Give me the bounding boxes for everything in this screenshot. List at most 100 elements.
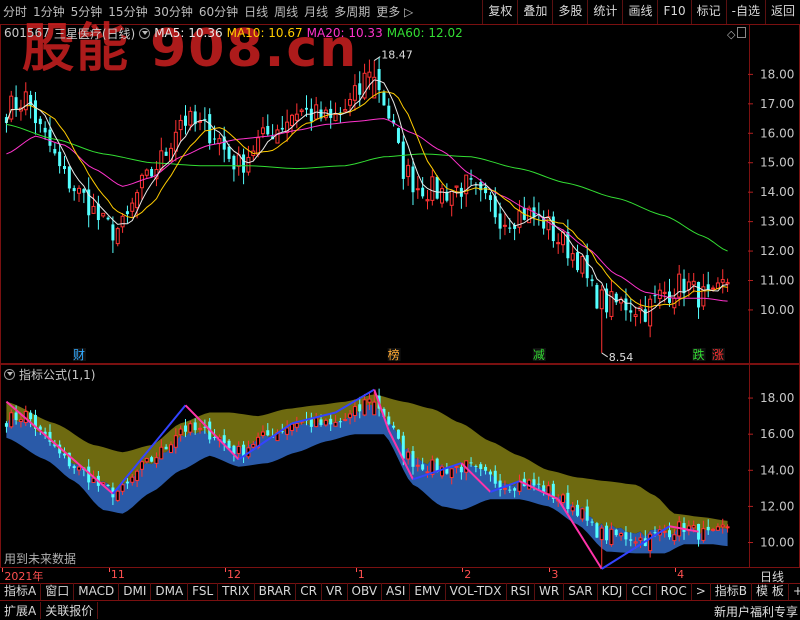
price-candle xyxy=(387,105,391,119)
indicator-tab-9[interactable]: VR xyxy=(322,583,348,600)
price-candle xyxy=(498,213,502,229)
indicator-tab-7[interactable]: BRAR xyxy=(255,583,297,600)
price-candle xyxy=(697,281,701,308)
price-candle xyxy=(653,295,657,297)
indicator-tab-16[interactable]: SAR xyxy=(564,583,598,600)
indicator-tab-18[interactable]: CCI xyxy=(627,583,657,600)
price-candle xyxy=(183,115,188,126)
indicator-tab-13[interactable]: VOL-TDX xyxy=(446,583,507,600)
indicator-tab-22[interactable]: 模 板 xyxy=(752,583,789,600)
event-marker: 涨 xyxy=(712,347,724,362)
indicator-candle xyxy=(130,476,135,483)
indicator-candle xyxy=(624,532,628,540)
price-candle xyxy=(280,127,284,130)
indicator-candle xyxy=(154,457,159,464)
indicator-axis-label: 14.00 xyxy=(760,463,794,477)
related-quotes-button[interactable]: 关联报价 xyxy=(41,602,99,619)
indicator-candle xyxy=(183,425,188,432)
stock-code: 601567 xyxy=(4,26,50,40)
indicator-tab-11[interactable]: ASI xyxy=(382,583,411,600)
price-candle xyxy=(67,166,71,189)
indicator-candle xyxy=(358,404,362,412)
date-axis-label: 12 xyxy=(227,568,242,581)
indicator-candle xyxy=(362,399,367,416)
indicator-tab-17[interactable]: KDJ xyxy=(598,583,628,600)
indicator-tab-12[interactable]: EMV xyxy=(410,583,446,600)
price-candle xyxy=(488,195,492,201)
price-candle xyxy=(686,281,691,291)
indicator-tab-21[interactable]: 指标B xyxy=(711,583,753,600)
price-candle xyxy=(275,129,280,144)
indicator-candle xyxy=(484,466,488,471)
indicator-tab-6[interactable]: TRIX xyxy=(218,583,255,600)
price-candle xyxy=(309,108,313,122)
date-axis-tick xyxy=(355,568,357,572)
indicator-candle xyxy=(411,451,415,467)
indicator-tab-23[interactable]: + xyxy=(789,583,800,600)
indicator-tab-20[interactable]: > xyxy=(692,583,711,600)
date-axis-label: 1 xyxy=(357,568,365,581)
indicator-tab-14[interactable]: RSI xyxy=(507,583,536,600)
indicator-candle xyxy=(323,419,328,426)
indicator-candle xyxy=(570,506,575,512)
price-axis-label: 18.00 xyxy=(760,67,794,81)
chevron-down-icon[interactable] xyxy=(4,369,15,380)
indicator-tab-3[interactable]: DMI xyxy=(119,583,152,600)
indicator-candle xyxy=(372,401,377,416)
price-pane-header: 601567 三星医疗(日线) MA5: 10.36 MA10: 10.67 M… xyxy=(4,25,467,41)
price-candle xyxy=(590,279,594,282)
event-marker: 财 xyxy=(73,348,85,362)
date-axis-tick xyxy=(675,568,677,572)
indicator-candle xyxy=(566,492,570,509)
indicator-axis-label: 10.00 xyxy=(760,536,794,550)
indicator-candle xyxy=(449,468,454,479)
indicator-tab-0[interactable]: 指标A xyxy=(0,583,42,600)
indicator-tab-15[interactable]: WR xyxy=(535,583,565,600)
indicator-candle xyxy=(260,431,265,437)
indicator-tab-19[interactable]: ROC xyxy=(657,583,692,600)
indicator-candle xyxy=(576,504,580,516)
indicator-candle xyxy=(474,465,478,467)
price-candle xyxy=(62,165,67,170)
indicator-candle xyxy=(546,485,551,495)
price-candle xyxy=(208,114,212,144)
indicator-candle xyxy=(77,466,82,471)
expand-a-button[interactable]: 扩展A xyxy=(0,602,42,619)
price-axis-label: 14.00 xyxy=(760,185,794,199)
price-candle xyxy=(643,309,647,322)
price-candle xyxy=(139,174,144,189)
indicator-candle xyxy=(421,464,425,470)
price-candle xyxy=(430,176,435,201)
indicator-tab-4[interactable]: DMA xyxy=(151,583,189,600)
indicator-tab-5[interactable]: FSL xyxy=(188,583,219,600)
date-axis-label: 2 xyxy=(464,568,472,581)
indicator-candle xyxy=(711,528,716,531)
promo-link[interactable]: 新用户福利专享 xyxy=(714,603,798,620)
indicator-candle xyxy=(725,526,730,529)
price-candle xyxy=(629,310,633,313)
price-candle xyxy=(130,202,135,212)
diamond-icon[interactable]: ◇ xyxy=(727,28,735,41)
indicator-candle xyxy=(319,419,323,425)
indicator-candle xyxy=(691,525,696,529)
indicator-candle xyxy=(672,534,677,542)
indicator-candle xyxy=(333,421,338,427)
indicator-tab-10[interactable]: OBV xyxy=(348,583,383,600)
indicator-tab-8[interactable]: CR xyxy=(296,583,322,600)
indicator-candle xyxy=(72,466,76,469)
watermark: 股能 908.cn xyxy=(22,19,359,79)
ma10-readout: MA10: 10.67 xyxy=(226,26,303,40)
price-candle xyxy=(256,137,261,155)
indicator-candle xyxy=(198,427,203,430)
price-candle xyxy=(14,97,18,110)
price-candle xyxy=(159,150,164,171)
pane-scroll-handle[interactable] xyxy=(737,27,746,38)
price-candle xyxy=(401,141,405,179)
date-axis-label: 2021年 xyxy=(4,570,44,583)
indicator-tab-2[interactable]: MACD xyxy=(74,583,120,600)
price-candle xyxy=(411,166,415,193)
indicator-tab-1[interactable]: 窗口 xyxy=(41,583,75,600)
price-candle xyxy=(304,107,309,110)
price-candle xyxy=(725,282,730,285)
chevron-down-icon[interactable] xyxy=(139,27,151,39)
